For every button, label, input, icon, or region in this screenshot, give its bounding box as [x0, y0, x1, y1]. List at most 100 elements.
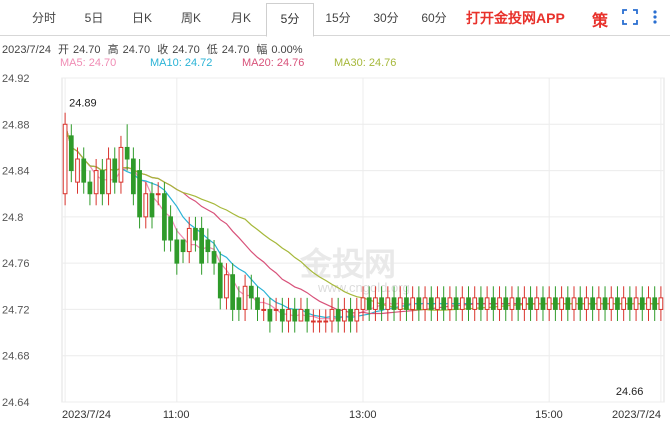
candle-body: [360, 297, 366, 310]
change-value: 0.00%: [271, 44, 303, 56]
candle-body: [162, 193, 167, 241]
candle-body: [391, 297, 397, 310]
candle-body: [553, 297, 558, 310]
candle-body: [199, 227, 205, 264]
candle-body: [490, 297, 496, 310]
tab-7[interactable]: 30分: [362, 3, 410, 36]
candle-body: [633, 297, 639, 310]
tab-8[interactable]: 60分: [410, 3, 458, 36]
candle-body: [193, 227, 198, 241]
candle-body: [639, 297, 645, 310]
candle-body: [577, 297, 583, 310]
candle-body: [124, 146, 130, 160]
candle-body: [596, 297, 602, 310]
candle-body: [366, 297, 372, 310]
more-icon[interactable]: [648, 9, 662, 25]
candle-body: [261, 308, 267, 311]
tab-0[interactable]: 分时: [18, 3, 70, 36]
quote-widget: 24.92 24.88 24.84 24.8 24.76 24.72 24.68 24.64 2…: [0, 0, 670, 425]
tab-6[interactable]: 15分: [314, 3, 362, 36]
candle-body: [453, 297, 459, 310]
candle-body: [534, 297, 540, 310]
x-tick-label: 2023/7/24: [612, 409, 661, 421]
candle-body: [478, 297, 484, 310]
close-value: 24.70: [172, 44, 200, 56]
candle-body: [230, 274, 236, 310]
candle-body: [546, 297, 552, 310]
candle-body: [354, 308, 360, 322]
price-annotation: 24.66: [616, 386, 644, 398]
candle-body: [503, 297, 509, 310]
candle-body: [428, 297, 434, 310]
candle-body: [528, 297, 533, 310]
candle-body: [373, 297, 378, 310]
open-app-link[interactable]: 打开金投网APP: [466, 8, 565, 28]
candle-body: [93, 170, 99, 195]
candle-body: [298, 308, 304, 322]
candle-body: [348, 308, 353, 322]
strategy-button[interactable]: 策: [592, 7, 608, 31]
candle-body: [87, 181, 93, 195]
ma-legend: MA5: 24.70 MA10: 24.72 MA20: 24.76 MA30:…: [0, 56, 670, 70]
candle-body: [81, 158, 87, 183]
candle-body: [304, 308, 310, 322]
ma30-legend: MA30: 24.76: [334, 57, 397, 69]
y-tick-label: 24.68: [2, 351, 30, 363]
candle-body: [404, 297, 409, 310]
candle-body: [62, 123, 68, 195]
candle-body: [410, 297, 416, 310]
quote-date: 2023/7/24: [2, 44, 51, 56]
candle-body: [317, 320, 322, 323]
candle-body: [143, 193, 149, 218]
tab-3[interactable]: 周K: [166, 3, 216, 36]
y-tick-label: 24.8: [2, 212, 23, 224]
candle-body: [627, 297, 633, 310]
candle-body: [267, 308, 273, 322]
candle-body: [155, 193, 161, 196]
quote-info-row: 2023/7/24 开 24.70 高 24.70 收 24.70 低 24.70 幅0…: [2, 41, 307, 57]
candle-body: [416, 297, 422, 310]
tab-1[interactable]: 5日: [70, 3, 118, 36]
x-tick-label: 11:00: [163, 409, 190, 421]
tab-2[interactable]: 日K: [118, 3, 166, 36]
candle-body: [590, 297, 595, 310]
candle-body: [621, 297, 627, 310]
x-tick-label: 13:00: [349, 409, 377, 421]
ma10-legend: MA10: 24.72: [150, 57, 213, 69]
candle-body: [248, 285, 254, 299]
candle-body: [335, 308, 341, 322]
candle-body: [211, 251, 217, 264]
candle-body: [584, 297, 589, 310]
candle-body: [658, 297, 664, 310]
candle-body: [180, 239, 186, 253]
candle-body: [441, 297, 447, 310]
candle-body: [329, 308, 335, 322]
y-tick-label: 24.88: [2, 119, 30, 131]
open-label: 开: [58, 44, 69, 56]
ma20-legend: MA20: 24.76: [242, 57, 305, 69]
tab-5[interactable]: 5分: [266, 3, 314, 37]
candle-body: [602, 297, 608, 310]
x-tick-label: 15:00: [535, 409, 563, 421]
close-label: 收: [157, 44, 169, 56]
candle-body: [379, 297, 384, 310]
candle-body: [131, 158, 136, 195]
high-value: 24.70: [122, 44, 151, 56]
candle-body: [422, 297, 428, 310]
candle-body: [515, 297, 521, 310]
y-tick-label: 24.64: [2, 397, 30, 409]
candle-body: [342, 308, 347, 322]
y-tick-label: 24.84: [2, 166, 30, 178]
candle-body: [472, 297, 478, 310]
fullscreen-icon[interactable]: [622, 9, 638, 25]
candle-body: [646, 297, 651, 310]
tab-4[interactable]: 月K: [216, 3, 266, 36]
candle-body: [497, 297, 502, 310]
candle-body: [186, 227, 192, 253]
candle-body: [242, 285, 248, 310]
candle-body: [112, 158, 118, 183]
y-tick-label: 24.72: [2, 304, 30, 316]
candle-body: [217, 262, 223, 299]
candle-body: [149, 193, 155, 218]
candle-body: [565, 297, 571, 310]
